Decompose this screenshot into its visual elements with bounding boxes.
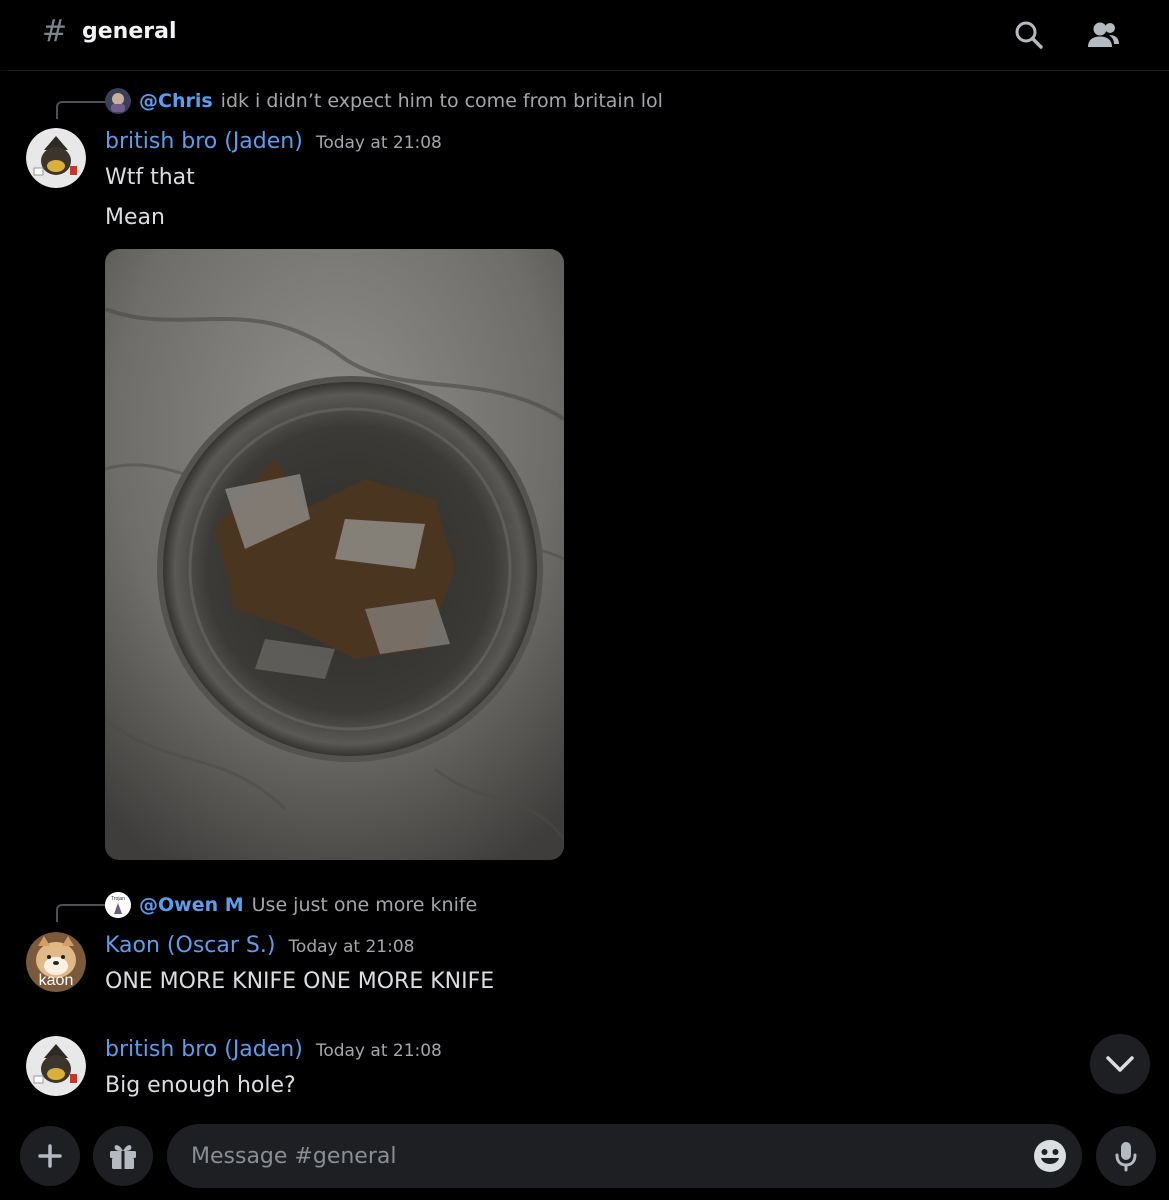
author-name[interactable]: british bro (Jaden) (105, 1037, 303, 1062)
reply-preview[interactable]: @Chris idk i didn’t expect him to come f… (105, 87, 663, 115)
channel-name[interactable]: general (82, 17, 177, 47)
jump-to-latest-button[interactable] (1090, 1034, 1150, 1094)
author-name[interactable]: Kaon (Oscar S.) (105, 933, 275, 958)
reply-username[interactable]: @Chris (139, 90, 213, 112)
avatar[interactable] (26, 128, 86, 188)
reply-preview[interactable]: Trojan @Owen M Use just one more knife (105, 891, 477, 919)
channel-header: # general (0, 0, 1169, 71)
author-name[interactable]: british bro (Jaden) (105, 129, 303, 154)
members-icon (1088, 22, 1119, 47)
message-header: Kaon (Oscar S.) Today at 21:08 (105, 933, 415, 958)
avatar: Trojan (105, 892, 131, 918)
image-attachment[interactable] (105, 249, 564, 860)
message-header: british bro (Jaden) Today at 21:08 (105, 1037, 442, 1062)
members-button[interactable] (1082, 14, 1124, 56)
search-button[interactable] (1008, 14, 1050, 56)
reply-connector (56, 101, 106, 119)
chevron-down-icon (1106, 1056, 1134, 1072)
svg-text:Trojan: Trojan (111, 896, 125, 902)
message-text: Mean (105, 205, 165, 230)
emoji-button[interactable] (1032, 1138, 1068, 1174)
add-attachment-button[interactable] (20, 1126, 80, 1186)
message-input[interactable] (189, 1142, 1012, 1170)
emoji-icon (1034, 1140, 1066, 1172)
gift-icon (110, 1145, 136, 1169)
hash-icon: # (42, 14, 68, 49)
message-header: british bro (Jaden) Today at 21:08 (105, 129, 442, 154)
reply-username[interactable]: @Owen M (139, 894, 244, 916)
message-text: ONE MORE KNIFE ONE MORE KNIFE (105, 969, 495, 994)
message-list: @Chris idk i didn’t expect him to come f… (0, 71, 1169, 1101)
avatar[interactable] (26, 1036, 86, 1096)
search-icon (1015, 21, 1043, 49)
message-text: Wtf that (105, 165, 195, 190)
avatar[interactable]: kaon (26, 932, 86, 992)
reply-text: Use just one more knife (251, 894, 478, 916)
reply-text: idk i didn’t expect him to come from bri… (220, 90, 663, 112)
avatar-label: kaon (38, 972, 74, 989)
message-text: Big enough hole? (105, 1073, 296, 1098)
voice-message-button[interactable] (1096, 1126, 1156, 1186)
timestamp: Today at 21:08 (315, 1041, 442, 1061)
plus-icon (38, 1144, 62, 1168)
avatar (105, 88, 131, 114)
reply-connector (56, 904, 106, 922)
microphone-icon (1115, 1142, 1137, 1172)
message-input-box[interactable] (167, 1124, 1082, 1188)
message-composer (0, 1101, 1169, 1200)
timestamp: Today at 21:08 (315, 133, 442, 153)
timestamp: Today at 21:08 (288, 937, 415, 957)
gift-button[interactable] (93, 1126, 153, 1186)
